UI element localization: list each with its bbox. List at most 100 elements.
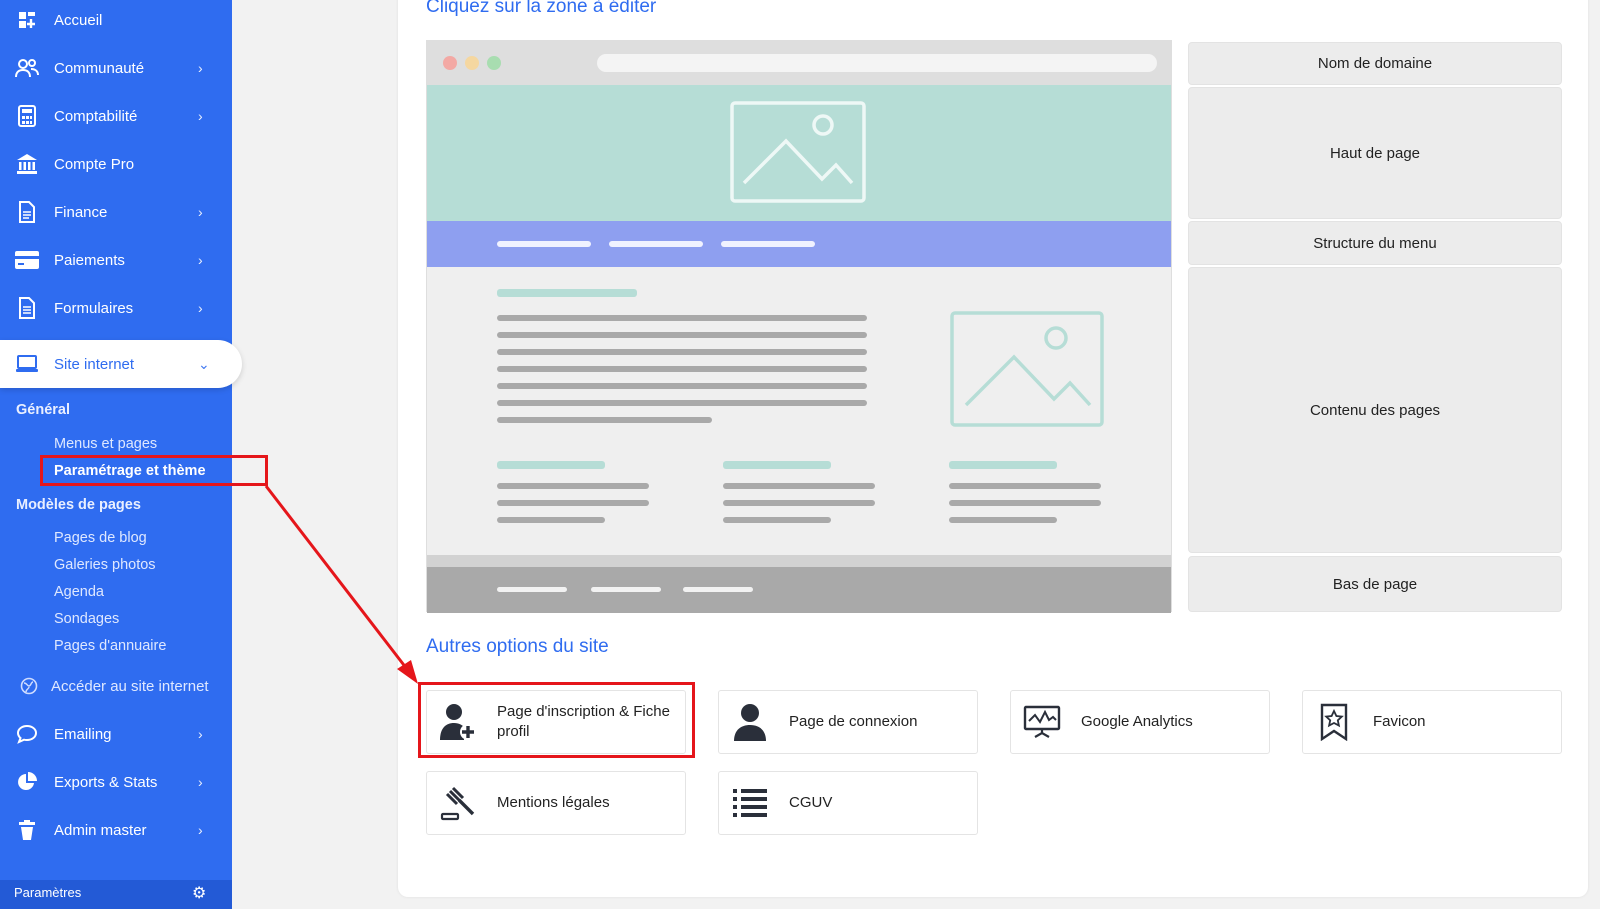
sidebar-item-exports-stats[interactable]: Exports & Stats ›	[0, 758, 232, 806]
sidebar-item-emailing[interactable]: Emailing ›	[0, 710, 232, 758]
visit-site-label: Accéder au site internet	[51, 677, 209, 695]
sidebar-item-label: Accueil	[54, 11, 103, 29]
option-label: Mentions légales	[497, 794, 610, 811]
option-label: Favicon	[1373, 713, 1426, 730]
menu-line	[721, 241, 815, 247]
maximize-dot-icon	[487, 56, 501, 70]
column-heading-line	[497, 461, 605, 469]
submenu-item-menus-pages[interactable]: Menus et pages	[54, 436, 157, 452]
column-heading-line	[949, 461, 1057, 469]
chevron-right-icon: ›	[198, 300, 203, 316]
zone-button-content[interactable]: Contenu des pages	[1188, 267, 1562, 553]
option-label: Page de connexion	[789, 713, 918, 730]
globe-icon	[16, 673, 42, 699]
sidebar-item-label: Comptabilité	[54, 107, 138, 125]
image-placeholder-icon	[950, 311, 1104, 432]
footer-line	[683, 587, 753, 592]
submenu-item-annuaire[interactable]: Pages d'annuaire	[54, 638, 166, 654]
form-icon	[14, 295, 40, 321]
menu-line	[497, 241, 591, 247]
sidebar-footer-settings[interactable]: Paramètres ⚙	[0, 880, 232, 909]
list-icon	[729, 782, 771, 824]
text-line	[497, 517, 605, 523]
text-line	[497, 332, 867, 338]
sidebar-item-accueil[interactable]: Accueil	[0, 0, 232, 44]
sidebar-item-label: Admin master	[54, 821, 147, 839]
text-line	[723, 500, 875, 506]
submenu-item-agenda[interactable]: Agenda	[54, 584, 104, 600]
edit-zone-title: Cliquez sur la zone à éditer	[426, 0, 657, 17]
submenu-item-galeries[interactable]: Galeries photos	[54, 557, 156, 573]
sidebar-item-label: Site internet	[54, 355, 135, 373]
zone-button-domain[interactable]: Nom de domaine	[1188, 42, 1562, 85]
text-line	[497, 366, 867, 372]
dashboard-icon	[14, 7, 40, 33]
site-preview	[426, 40, 1172, 613]
option-legal-notice[interactable]: Mentions légales	[426, 771, 686, 835]
preview-content-zone[interactable]	[427, 267, 1171, 557]
community-icon	[14, 55, 40, 81]
zone-button-menu[interactable]: Structure du menu	[1188, 221, 1562, 265]
content-heading-line	[497, 289, 637, 297]
text-line	[723, 483, 875, 489]
zone-button-footer[interactable]: Bas de page	[1188, 556, 1562, 612]
minimize-dot-icon	[465, 56, 479, 70]
gear-icon: ⚙	[192, 885, 207, 902]
sidebar-item-label: Compte Pro	[54, 155, 135, 173]
sidebar-item-label: Paiements	[54, 251, 125, 269]
option-cguv[interactable]: CGUV	[718, 771, 978, 835]
sidebar-item-admin-master[interactable]: Admin master ›	[0, 806, 232, 854]
submenu-heading-modeles: Modèles de pages	[16, 497, 141, 513]
sidebar-item-formulaires[interactable]: Formulaires ›	[0, 284, 232, 332]
footer-line	[497, 587, 567, 592]
document-icon	[14, 199, 40, 225]
option-label: Google Analytics	[1081, 713, 1193, 730]
footer-line	[591, 587, 661, 592]
option-google-analytics[interactable]: Google Analytics	[1010, 690, 1270, 754]
text-line	[497, 315, 867, 321]
preview-footer-zone[interactable]	[427, 555, 1171, 613]
sidebar-item-site-internet[interactable]: Site internet ⌄	[0, 340, 242, 388]
visit-site-link[interactable]: Accéder au site internet	[0, 662, 232, 710]
annotation-highlight-sidebar	[40, 455, 268, 486]
text-line	[949, 500, 1101, 506]
sidebar-item-label: Exports & Stats	[54, 773, 158, 791]
zone-button-header[interactable]: Haut de page	[1188, 87, 1562, 219]
chevron-right-icon: ›	[198, 822, 203, 838]
sidebar-item-finance[interactable]: Finance ›	[0, 188, 232, 236]
option-favicon[interactable]: Favicon	[1302, 690, 1562, 754]
chevron-right-icon: ›	[198, 774, 203, 790]
text-line	[497, 500, 649, 506]
preview-url-bar	[597, 54, 1157, 72]
annotation-highlight-option	[418, 682, 695, 758]
sidebar-item-label: Finance	[54, 203, 108, 221]
text-line	[497, 483, 649, 489]
image-placeholder-icon	[730, 101, 866, 208]
sidebar-item-communaute[interactable]: Communauté ›	[0, 44, 232, 92]
sidebar-item-paiements[interactable]: Paiements ›	[0, 236, 232, 284]
chevron-right-icon: ›	[198, 252, 203, 268]
chevron-right-icon: ›	[198, 204, 203, 220]
preview-menu-zone[interactable]	[427, 221, 1171, 267]
text-line	[723, 517, 831, 523]
laptop-icon	[14, 351, 40, 377]
sidebar-item-label: Communauté	[54, 59, 145, 77]
submenu-item-blog[interactable]: Pages de blog	[54, 530, 147, 546]
submenu-item-sondages[interactable]: Sondages	[54, 611, 119, 627]
star-bookmark-icon	[1313, 701, 1355, 743]
pie-chart-icon	[14, 769, 40, 795]
submenu-heading-general: Général	[16, 402, 70, 418]
settings-label: Paramètres	[14, 885, 82, 900]
chevron-right-icon: ›	[198, 726, 203, 742]
close-dot-icon	[443, 56, 457, 70]
calculator-icon	[14, 103, 40, 129]
preview-browser-bar	[427, 41, 1171, 85]
sidebar-item-compte-pro[interactable]: Compte Pro	[0, 140, 232, 188]
sidebar-item-comptabilite[interactable]: Comptabilité ›	[0, 92, 232, 140]
gavel-icon	[437, 782, 479, 824]
preview-header-zone[interactable]	[427, 85, 1171, 221]
column-heading-line	[723, 461, 831, 469]
option-login-page[interactable]: Page de connexion	[718, 690, 978, 754]
text-line	[949, 483, 1101, 489]
chevron-right-icon: ›	[198, 108, 203, 124]
